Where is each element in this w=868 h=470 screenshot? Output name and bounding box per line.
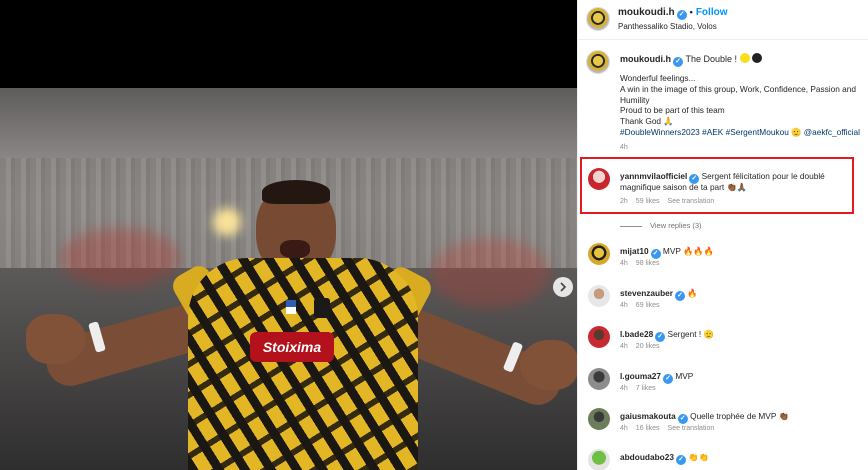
annotation-highlight-box [580,157,854,214]
commenter-username[interactable]: abdoudabo23 [620,452,674,462]
comment-meta: 4h 16 likes See translation [620,425,722,432]
comment-likes[interactable]: 20 likes [636,343,660,350]
commenter-username[interactable]: l.bade28 [620,329,653,339]
separator-dot: • [689,7,693,17]
caption-hashtags[interactable]: #DoubleWinners2023 #AEK #SergentMoukou 🫡… [620,127,868,138]
commenter-avatar[interactable] [588,368,610,390]
caption-avatar[interactable] [586,50,610,74]
club-crest [314,298,330,318]
caption-timestamp[interactable]: 4h [620,144,628,151]
see-translation-link[interactable]: See translation [668,425,715,432]
view-replies-button[interactable]: View replies (3) [620,221,702,230]
comment-body: abdoudabo23 ✓ 👏👏 [620,452,709,465]
player-hair [262,180,330,204]
verified-badge-icon: ✓ [673,57,683,67]
verified-badge-icon: ✓ [675,455,686,465]
comment-meta: 4h 7 likes [620,385,664,392]
comment-item: l.bade28 ✓ Sergent ! 🫡 4h 20 likes [578,326,868,366]
comment-time[interactable]: 4h [620,385,628,392]
comment-item: l.gouma27 ✓ MVP 4h 7 likes [578,368,868,408]
commenter-username[interactable]: mijat10 [620,246,649,256]
verified-badge-icon: ✓ [676,10,687,20]
yellow-circle-icon [740,53,751,63]
crowd-blur [430,238,550,308]
replies-line [620,225,642,227]
player-left-hand [26,314,86,364]
follow-button[interactable]: Follow [696,7,728,18]
post-side-panel: moukoudi.h ✓ • Follow Panthessaliko Stadio,… [577,0,868,470]
comment-body: mijat10 ✓ MVP 🔥🔥🔥 [620,246,714,259]
caption-title: The Double ! [685,54,738,64]
commenter-avatar[interactable] [588,285,610,307]
comment-text: MVP 🔥🔥🔥 [662,246,715,256]
caption-line: Proud to be part of this team [620,105,725,116]
comment-text: MVP [675,371,694,381]
commenter-username[interactable]: gaiusmakouta [620,411,676,421]
verified-badge-icon: ✓ [675,291,686,301]
comment-meta: 4h 98 likes [620,260,668,267]
comment-likes[interactable]: 7 likes [636,385,656,392]
stadium-roof [0,88,577,158]
comment-likes[interactable]: 16 likes [636,425,660,432]
commenter-username[interactable]: l.gouma27 [620,371,661,381]
player-mouth [280,240,310,258]
comment-time[interactable]: 4h [620,302,628,309]
verified-badge-icon: ✓ [655,332,666,342]
caption-line: Wonderful feelings... [620,73,696,83]
commenter-avatar[interactable] [588,326,610,348]
verified-badge-icon: ✓ [663,374,674,384]
black-circle-icon [752,53,763,63]
caption-line: Thank God 🙏 [620,116,674,127]
caption-line: Humility [620,94,650,105]
comment-time[interactable]: 4h [620,343,628,350]
comment-time[interactable]: 4h [620,260,628,267]
commenter-avatar[interactable] [588,408,610,430]
comment-text: Quelle trophée de MVP 👏🏾 [690,411,789,421]
greek-flag-badge [286,300,296,314]
author-username[interactable]: moukoudi.h [618,7,675,18]
comment-likes[interactable]: 69 likes [636,302,660,309]
caption-username[interactable]: moukoudi.h [620,54,671,64]
comment-body: stevenzauber ✓ 🔥 [620,288,698,301]
chevron-right-icon [560,282,567,292]
comment-item: gaiusmakouta ✓ Quelle trophée de MVP 👏🏾 4… [578,408,868,448]
comment-time[interactable]: 4h [620,425,628,432]
verified-badge-icon: ✓ [650,249,661,259]
verified-badge-icon: ✓ [677,414,688,424]
comment-item: stevenzauber ✓ 🔥 4h 69 likes [578,285,868,325]
comment-body: l.bade28 ✓ Sergent ! 🫡 [620,329,714,342]
post-media: Stoixima [0,0,577,470]
stadium-light [213,208,241,236]
next-media-button[interactable] [553,277,573,297]
caption-line: A win in the image of this group, Work, … [620,83,856,94]
commenter-avatar[interactable] [588,449,610,470]
post-location[interactable]: Panthessaliko Stadio, Volos [618,22,717,31]
comment-text: 🔥 [687,288,698,298]
header-username-row: moukoudi.h ✓ • Follow [618,7,728,20]
comment-text: 👏👏 [688,452,709,462]
caption-header: moukoudi.h ✓ The Double ! [620,53,763,67]
comment-meta: 4h 69 likes [620,302,668,309]
comment-meta: 4h 20 likes [620,343,668,350]
player-jersey [188,258,418,470]
author-avatar[interactable] [586,7,610,31]
caption-body: Wonderful feelings... A win in the image… [620,73,868,138]
commenter-avatar[interactable] [588,243,610,265]
comment-item: mijat10 ✓ MVP 🔥🔥🔥 4h 98 likes [578,243,868,283]
view-replies-label: View replies (3) [650,221,702,230]
commenter-username[interactable]: stevenzauber [620,288,673,298]
comment-item: abdoudabo23 ✓ 👏👏 [578,449,868,470]
crowd-blur [60,228,180,288]
player-right-hand [520,340,577,390]
post-header: moukoudi.h ✓ • Follow Panthessaliko Stadio,… [578,0,868,40]
comment-likes[interactable]: 98 likes [636,260,660,267]
jersey-sponsor: Stoixima [250,332,334,362]
comment-body: gaiusmakouta ✓ Quelle trophée de MVP 👏🏾 [620,411,789,424]
comment-body: l.gouma27 ✓ MVP [620,371,693,384]
comment-text: Sergent ! 🫡 [667,329,714,339]
